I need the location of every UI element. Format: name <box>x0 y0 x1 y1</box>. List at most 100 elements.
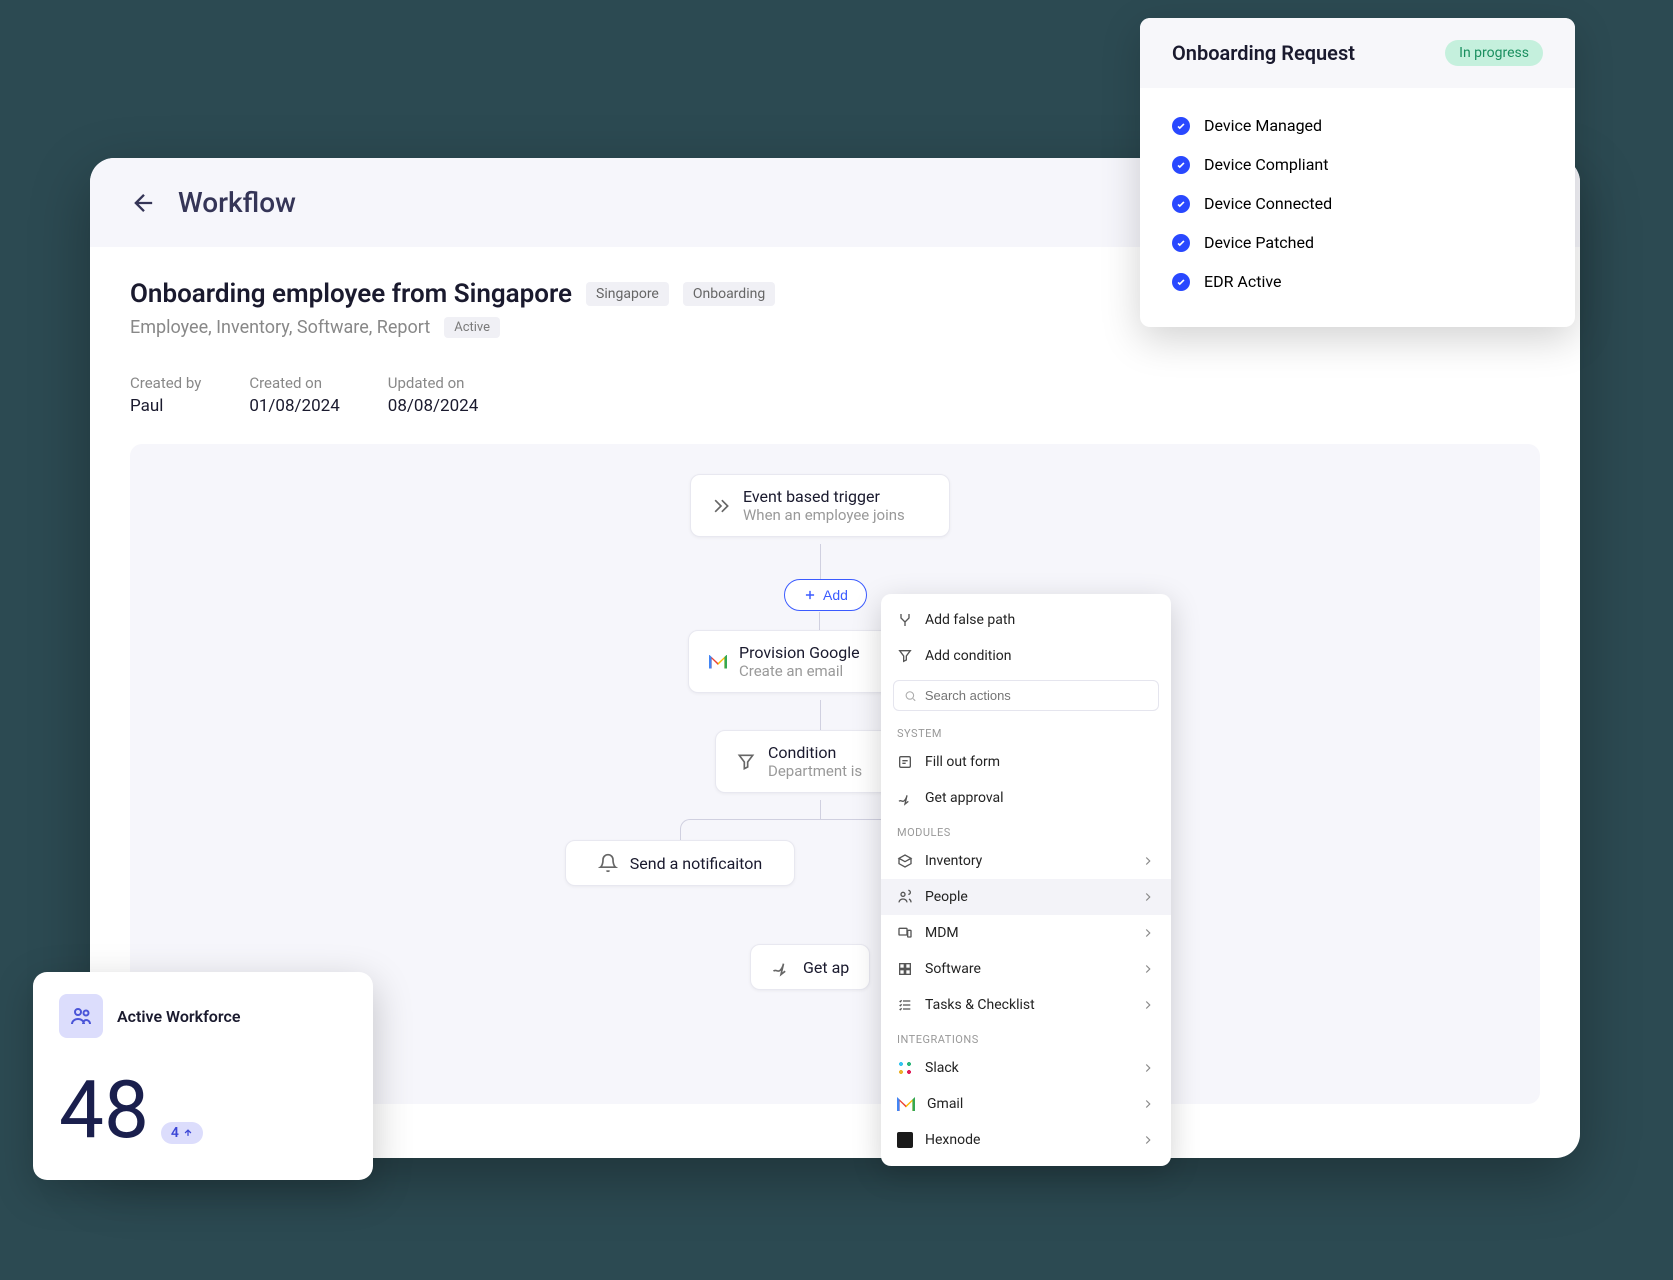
hexnode-item[interactable]: Hexnode <box>881 1122 1171 1158</box>
chevron-right-icon <box>1141 962 1155 976</box>
approval-node[interactable]: Get ap <box>750 944 870 990</box>
workforce-icon-box <box>59 994 103 1038</box>
software-item[interactable]: Software <box>881 951 1171 987</box>
node-subtitle: When an employee joins <box>743 506 905 524</box>
workforce-value-row: 48 4 <box>59 1070 347 1150</box>
filter-icon <box>736 752 756 772</box>
plus-icon <box>803 588 817 602</box>
connector <box>819 612 820 630</box>
item-label: Device Compliant <box>1204 155 1328 174</box>
devices-icon <box>897 925 913 941</box>
workforce-card: Active Workforce 48 4 <box>33 972 373 1180</box>
connector <box>820 544 821 579</box>
get-approval-item[interactable]: Get approval <box>881 780 1171 816</box>
node-title: Provision Google <box>739 643 860 662</box>
subtitle: Employee, Inventory, Software, Report <box>130 317 430 338</box>
box-icon <box>897 853 913 869</box>
item-label: Hexnode <box>925 1132 980 1148</box>
header-title: Workflow <box>178 186 296 219</box>
meta-label: Created by <box>130 374 201 392</box>
signature-icon <box>771 957 791 977</box>
meta-created-on: Created on 01/08/2024 <box>249 374 339 416</box>
meta-updated-on: Updated on 08/08/2024 <box>388 374 478 416</box>
fill-out-form-item[interactable]: Fill out form <box>881 744 1171 780</box>
status-badge: Active <box>444 317 500 338</box>
inventory-item[interactable]: Inventory <box>881 843 1171 879</box>
action-panel: Add false path Add condition SYSTEM Fill… <box>881 594 1171 1166</box>
onboarding-item: Device Patched <box>1172 223 1543 262</box>
item-label: Gmail <box>927 1096 963 1112</box>
checklist-icon <box>897 997 913 1013</box>
onboarding-list: Device Managed Device Compliant Device C… <box>1140 88 1575 327</box>
arrow-up-icon <box>183 1128 193 1138</box>
item-label: People <box>925 889 968 905</box>
trigger-node[interactable]: Event based trigger When an employee joi… <box>690 474 950 537</box>
section-modules-header: MODULES <box>881 816 1171 843</box>
form-icon <box>897 754 913 770</box>
check-icon <box>1172 156 1190 174</box>
check-icon <box>1172 117 1190 135</box>
onboarding-item: EDR Active <box>1172 262 1543 301</box>
node-title: Condition <box>768 743 862 762</box>
search-icon <box>904 689 917 703</box>
item-label: EDR Active <box>1204 272 1282 291</box>
item-label: Get approval <box>925 790 1004 806</box>
gmail-icon <box>709 655 727 669</box>
meta-row: Created by Paul Created on 01/08/2024 Up… <box>130 374 1540 416</box>
connector <box>820 800 821 820</box>
slack-icon <box>897 1060 913 1076</box>
meta-value: Paul <box>130 396 201 416</box>
page-title: Onboarding employee from Singapore <box>130 279 572 309</box>
chevron-right-icon <box>1141 1061 1155 1075</box>
people-icon <box>897 889 913 905</box>
notification-node[interactable]: Send a notificaiton <box>565 840 795 886</box>
node-subtitle: Create an email <box>739 662 860 680</box>
search-actions[interactable] <box>893 680 1159 711</box>
chevron-right-icon <box>1141 998 1155 1012</box>
chevron-right-icon <box>1141 890 1155 904</box>
check-icon <box>1172 273 1190 291</box>
workforce-value: 48 <box>59 1070 149 1150</box>
check-icon <box>1172 234 1190 252</box>
tag-singapore[interactable]: Singapore <box>586 282 669 306</box>
meta-value: 08/08/2024 <box>388 396 478 416</box>
bell-icon <box>598 853 618 873</box>
item-label: Device Connected <box>1204 194 1332 213</box>
filter-icon <box>897 648 913 664</box>
check-icon <box>1172 195 1190 213</box>
search-input[interactable] <box>925 688 1148 703</box>
meta-label: Created on <box>249 374 339 392</box>
gmail-item[interactable]: Gmail <box>881 1086 1171 1122</box>
add-button[interactable]: Add <box>784 579 867 611</box>
meta-value: 01/08/2024 <box>249 396 339 416</box>
add-false-path-item[interactable]: Add false path <box>881 602 1171 638</box>
chevron-right-icon <box>1141 854 1155 868</box>
chevron-right-icon <box>1141 1097 1155 1111</box>
chevron-right-icon <box>1141 926 1155 940</box>
tag-onboarding[interactable]: Onboarding <box>683 282 775 306</box>
workforce-header: Active Workforce <box>59 994 347 1038</box>
meta-label: Updated on <box>388 374 478 392</box>
onboarding-status-pill: In progress <box>1445 40 1543 66</box>
tasks-item[interactable]: Tasks & Checklist <box>881 987 1171 1023</box>
add-condition-item[interactable]: Add condition <box>881 638 1171 674</box>
slack-item[interactable]: Slack <box>881 1050 1171 1086</box>
item-label: Add false path <box>925 612 1015 628</box>
trigger-icon <box>711 496 731 516</box>
branch-icon <box>897 612 913 628</box>
item-label: Tasks & Checklist <box>925 997 1035 1013</box>
onboarding-item: Device Managed <box>1172 106 1543 145</box>
onboarding-item: Device Compliant <box>1172 145 1543 184</box>
item-label: Fill out form <box>925 754 1000 770</box>
item-label: Device Patched <box>1204 233 1314 252</box>
people-item[interactable]: People <box>881 879 1171 915</box>
item-label: Software <box>925 961 981 977</box>
add-label: Add <box>823 587 848 603</box>
back-arrow-icon[interactable] <box>130 189 158 217</box>
onboarding-request-card: Onboarding Request In progress Device Ma… <box>1140 18 1575 327</box>
node-title: Event based trigger <box>743 487 905 506</box>
people-icon <box>69 1004 93 1028</box>
delta-value: 4 <box>171 1125 179 1141</box>
signature-icon <box>897 790 913 806</box>
mdm-item[interactable]: MDM <box>881 915 1171 951</box>
